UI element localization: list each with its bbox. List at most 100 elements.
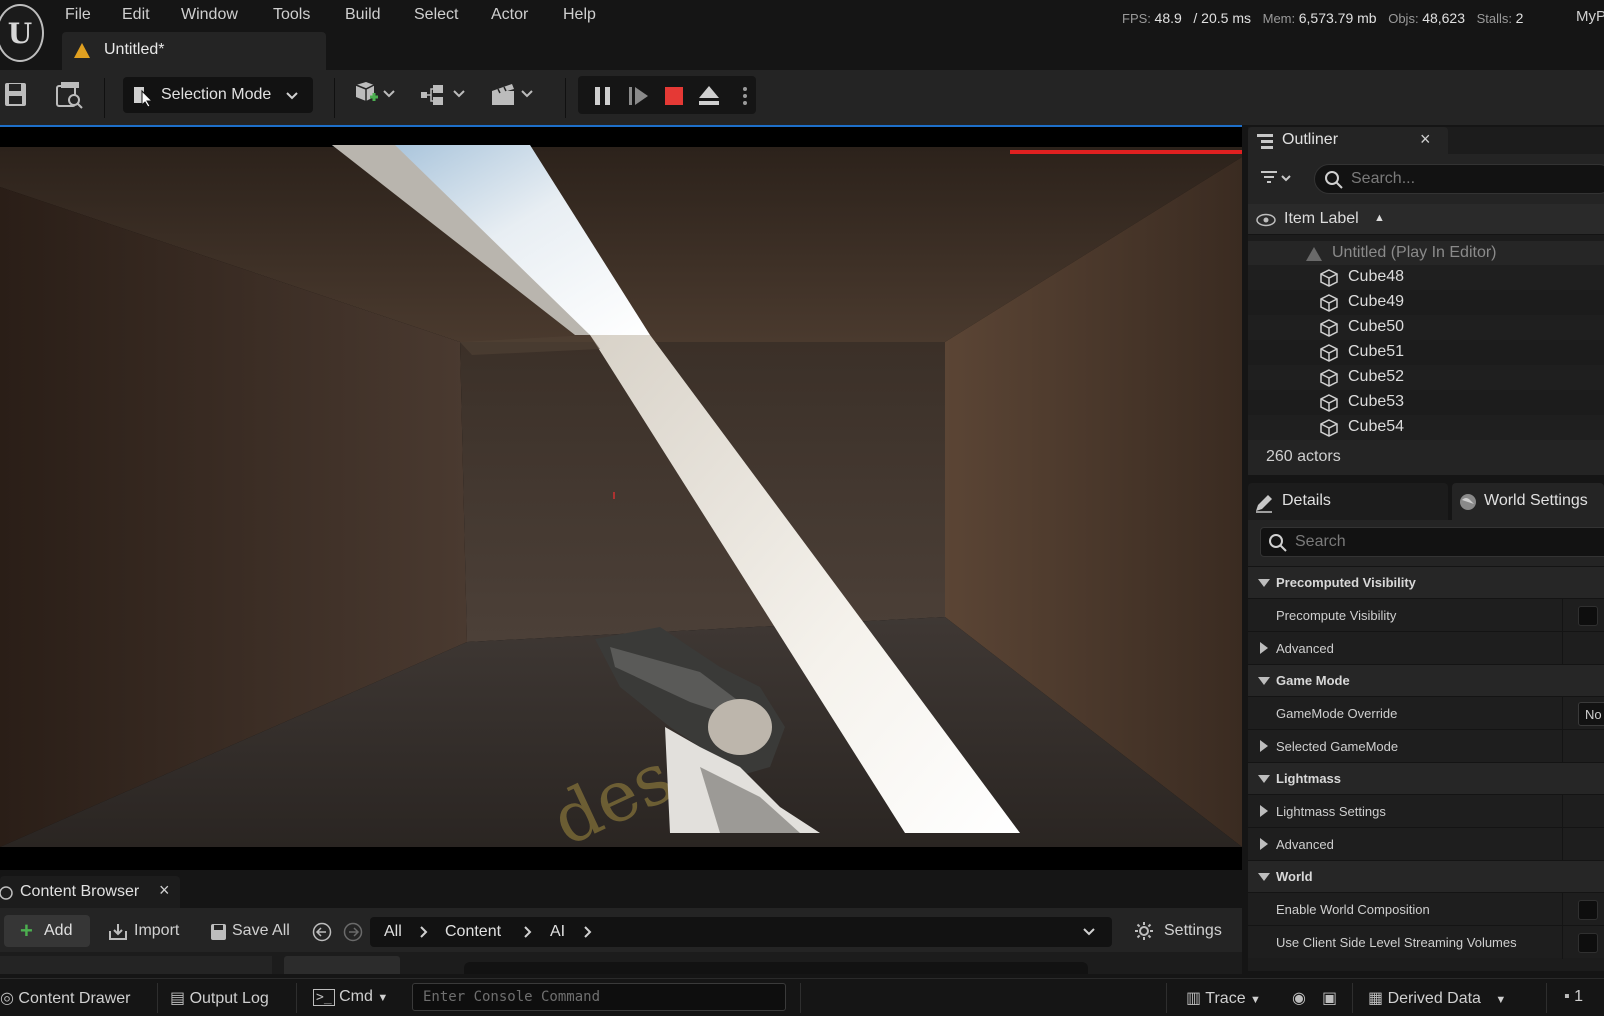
menu-bar: U File Edit Window Tools Build Select Ac… [0,0,1604,62]
output-log-button[interactable]: ▤ Output Log [170,988,269,1008]
details-property[interactable]: Precompute Visibility [1248,598,1604,632]
screenshot-button[interactable]: ▣ [1322,988,1337,1008]
back-arrow-icon[interactable] [312,922,332,942]
trace-icon: ▥ [1186,990,1202,1007]
static-mesh-icon [1320,319,1338,337]
path-history-chevron-down-icon[interactable] [1082,927,1096,937]
chevron-down-icon [286,92,298,100]
eject-icon[interactable] [698,85,720,107]
content-drawer-button[interactable]: ◎ Content Drawer [0,988,130,1008]
menu-actor[interactable]: Actor [491,6,528,24]
outliner-search-input[interactable]: Search... [1314,164,1604,194]
asset-search-input[interactable] [464,962,1088,974]
outliner-close-button[interactable]: × [1420,129,1431,150]
breadcrumb-content[interactable]: Content [445,923,501,941]
details-category[interactable]: Precomputed Visibility [1248,566,1604,598]
property-checkbox[interactable] [1578,933,1598,953]
outliner-item-row[interactable]: Cube51 [1248,340,1604,365]
details-subcategory[interactable]: Advanced [1248,631,1604,665]
details-category[interactable]: Game Mode [1248,664,1604,696]
outliner-item-label: Cube54 [1348,418,1405,435]
details-category[interactable]: World [1248,860,1604,892]
menu-file[interactable]: File [65,6,91,24]
derived-data-dropdown[interactable]: ▦ Derived Data ▼ [1368,988,1506,1008]
add-button[interactable]: + Add [4,915,90,947]
outliner-tab[interactable]: Outliner × [1248,127,1448,154]
details-property[interactable]: Enable World Composition [1248,892,1604,926]
import-icon [109,924,127,940]
breadcrumb-ai[interactable]: AI [550,923,565,941]
details-subcategory[interactable]: Advanced [1248,827,1604,861]
outliner-item-row[interactable]: Cube54 [1248,415,1604,440]
record-button[interactable]: ◉ [1292,988,1306,1008]
menu-help[interactable]: Help [563,6,596,24]
record-icon: ◉ [1292,990,1306,1007]
visibility-eye-icon[interactable] [1256,213,1276,227]
content-browser-close-button[interactable]: × [159,880,170,901]
outliner-root-row[interactable]: Untitled (Play In Editor) [1248,241,1604,266]
save-icon[interactable] [4,82,28,108]
content-browser-tabbar: Content Browser × [0,876,1242,908]
browse-level-icon[interactable] [55,82,85,110]
static-mesh-icon [1320,419,1338,437]
outliner-item-row[interactable]: Cube48 [1248,265,1604,290]
property-dropdown[interactable]: No [1578,702,1604,726]
details-search-input[interactable]: Search [1260,527,1604,557]
stop-icon[interactable] [664,86,684,106]
content-browser-tab[interactable]: Content Browser × [0,876,180,908]
outliner-item-row[interactable]: Cube49 [1248,290,1604,315]
cinematics-icon[interactable] [490,81,538,109]
expand-arrow-icon [1258,873,1270,881]
outliner-item-row[interactable]: Cube52 [1248,365,1604,390]
stalls-stat: Stalls: 2 [1476,10,1524,26]
breadcrumb-all[interactable]: All [384,923,402,941]
console-command-input[interactable]: Enter Console Command [412,983,786,1011]
actor-count: 260 actors [1266,448,1341,465]
save-all-icon [211,924,226,940]
blueprint-icon[interactable] [420,83,468,107]
menu-edit[interactable]: Edit [122,6,150,24]
outliner-column-header[interactable]: Item Label ▲ [1248,204,1604,235]
menu-build[interactable]: Build [345,6,381,24]
outliner-item-row[interactable]: Cube50 [1248,315,1604,340]
import-button[interactable]: Import [106,915,190,947]
output-log-icon: ▤ [170,990,186,1007]
cmd-dropdown[interactable]: >_ Cmd ▼ [313,988,388,1006]
details-subcategory[interactable]: Lightmass Settings [1248,794,1604,828]
selection-mode-dropdown[interactable]: Selection Mode [123,77,313,113]
world-settings-tab[interactable]: World Settings [1452,483,1604,520]
source-control-button[interactable]: ▪ 1 [1564,988,1583,1006]
details-property[interactable]: GameMode Override No [1248,696,1604,730]
menu-window[interactable]: Window [181,6,238,24]
frame-skip-icon[interactable] [628,86,650,106]
property-checkbox[interactable] [1578,606,1598,626]
selection-cursor-icon [134,87,154,107]
more-options-icon[interactable] [742,86,748,106]
save-all-button[interactable]: Save All [208,915,304,947]
details-property[interactable]: Use Client Side Level Streaming Volumes [1248,925,1604,959]
project-name[interactable]: MyP [1576,8,1604,25]
trace-dropdown[interactable]: ▥ Trace ▼ [1186,988,1261,1008]
details-subcategory[interactable]: Selected GameMode [1248,729,1604,763]
filters-button[interactable] [284,956,400,974]
add-actor-icon[interactable] [353,81,399,109]
item-label-column: Item Label [1284,210,1359,227]
filter-icon[interactable] [1260,170,1292,188]
menu-select[interactable]: Select [414,6,458,24]
unreal-logo-icon[interactable]: U [0,4,44,62]
game-viewport[interactable]: des [0,127,1242,870]
outliner-item-label: Cube50 [1348,318,1405,335]
details-tab[interactable]: Details [1248,483,1448,520]
pause-icon[interactable] [594,86,612,106]
main-toolbar: Selection Mode [0,70,1604,125]
forward-arrow-icon[interactable] [343,922,363,942]
content-settings-button[interactable]: Settings [1132,915,1236,947]
objs-stat: Objs: 48,623 [1388,10,1466,26]
collapse-arrow-icon [1260,740,1268,752]
details-category[interactable]: Lightmass [1248,762,1604,794]
level-tab[interactable]: Untitled* [62,32,326,70]
outliner-item-row[interactable]: Cube53 [1248,390,1604,415]
chevron-down-icon: ▼ [1250,994,1261,1006]
property-checkbox[interactable] [1578,900,1598,920]
menu-tools[interactable]: Tools [273,6,310,24]
